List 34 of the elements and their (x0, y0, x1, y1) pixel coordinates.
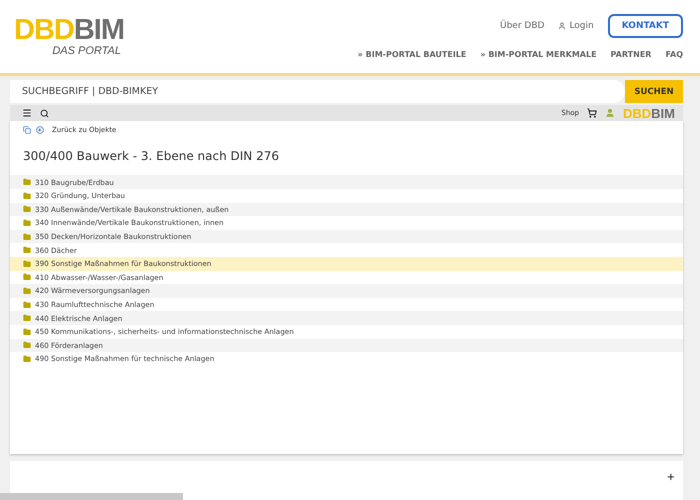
contact-button[interactable]: KONTAKT (608, 14, 683, 38)
folder-icon (23, 178, 31, 186)
cart-icon[interactable] (586, 108, 597, 118)
folder-icon (23, 314, 31, 322)
search-icon[interactable] (40, 108, 49, 118)
folder-icon (23, 192, 31, 200)
menu-icon[interactable] (22, 108, 32, 118)
nav-link[interactable]: » BIM-PORTAL BAUTEILE (358, 50, 466, 60)
nav-link[interactable]: FAQ (665, 50, 683, 60)
page-title: 300/400 Bauwerk - 3. Ebene nach DIN 276 (23, 149, 280, 164)
nav-link[interactable]: » BIM-PORTAL MERKMALE (480, 50, 597, 60)
folder-icon (23, 328, 31, 336)
search-field[interactable]: SUCHBEGRIFF | DBD-BIMKEY (10, 80, 625, 103)
nav-link[interactable]: Login (558, 21, 594, 32)
user-icon (558, 22, 566, 30)
folder-icon (23, 300, 31, 309)
search-button[interactable]: SUCHEN (625, 80, 683, 103)
back-icon[interactable] (36, 126, 44, 134)
nav-link[interactable]: PARTNER (610, 50, 652, 60)
folder-icon (23, 205, 31, 214)
scrollbar[interactable] (0, 493, 183, 500)
folder-icon (23, 232, 31, 241)
copy-icon[interactable] (23, 126, 31, 134)
folder-icon (23, 354, 31, 363)
folder-icon (23, 273, 31, 282)
logo[interactable]: DBDBIM DAS PORTAL (14, 16, 124, 58)
folder-icon (23, 218, 31, 227)
folder-icon (23, 246, 31, 254)
expand-button[interactable]: + (666, 470, 675, 485)
folder-icon (23, 260, 31, 268)
folder-icon (23, 286, 31, 295)
brand-logo: DBDBIM (622, 106, 675, 121)
nav-link[interactable]: Über DBD (500, 21, 544, 32)
folder-icon (23, 341, 31, 350)
